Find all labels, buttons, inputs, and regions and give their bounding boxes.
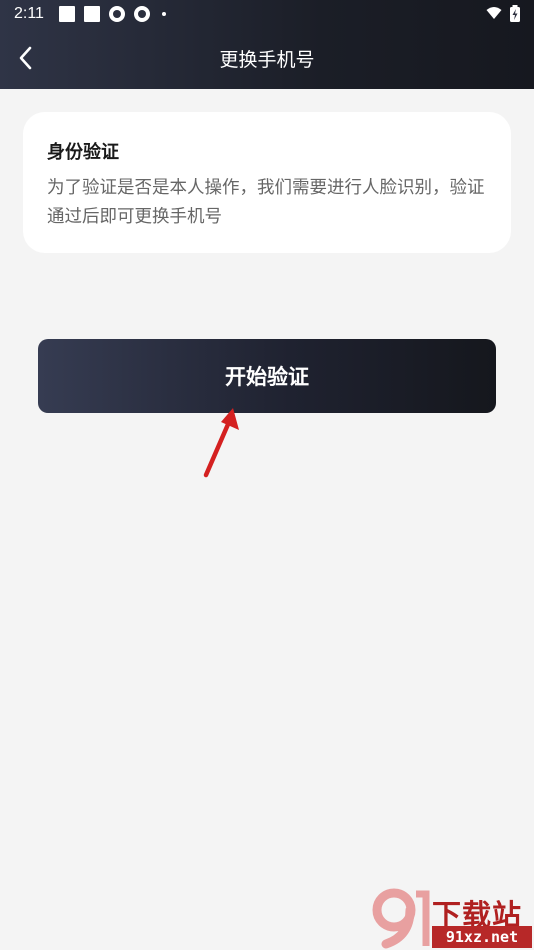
more-notifications-dot: [162, 12, 166, 16]
watermark-url: 91xz.net: [432, 926, 532, 948]
watermark-logo-icon: [372, 888, 430, 949]
start-verification-button[interactable]: 开始验证: [38, 339, 496, 413]
notification-icon: [84, 6, 100, 22]
status-time: 2:11: [14, 5, 44, 22]
card-title: 身份验证: [47, 142, 119, 163]
app-notification-icon: [109, 6, 125, 22]
card-description: 为了验证是否是本人操作，我们需要进行人脸识别，验证通过后即可更换手机号: [47, 178, 485, 227]
status-bar: 2:11: [0, 0, 534, 28]
identity-verification-card: 身份验证 为了验证是否是本人操作，我们需要进行人脸识别，验证通过后即可更换手机号: [23, 112, 511, 253]
wifi-icon: [486, 7, 502, 19]
notification-icon: [59, 6, 75, 22]
nav-bar: 更换手机号: [0, 28, 534, 89]
annotation-arrow-icon: [203, 408, 239, 478]
top-bar: 2:11 更换手机号: [0, 0, 534, 89]
site-watermark: 下载站 91xz.net: [370, 888, 534, 950]
app-notification-icon: [134, 6, 150, 22]
page-title: 更换手机号: [219, 49, 315, 71]
battery-icon: [510, 5, 520, 22]
